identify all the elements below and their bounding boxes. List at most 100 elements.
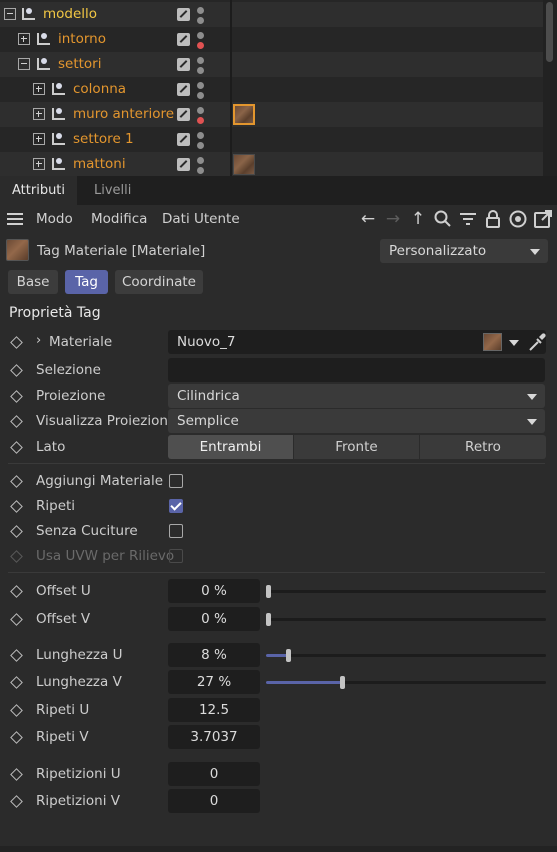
keyframe-diamond-icon[interactable] (10, 441, 23, 454)
tree-item-name[interactable]: modello (43, 6, 97, 22)
render-visibility-dot[interactable] (197, 117, 204, 124)
menu-modo[interactable]: Modo (36, 211, 73, 227)
keyframe-diamond-icon[interactable] (10, 364, 23, 377)
length-u-slider[interactable] (266, 649, 546, 662)
length-v-slider[interactable] (266, 676, 546, 689)
tiles-u-field[interactable]: 12.5 (168, 698, 260, 722)
slider-handle[interactable] (339, 676, 345, 689)
up-arrow-icon[interactable]: ↑ (408, 209, 428, 229)
material-tag-thumbnail[interactable] (233, 104, 255, 125)
material-tag-thumbnail[interactable] (233, 154, 255, 175)
collapse-icon[interactable] (4, 8, 16, 20)
editor-visibility-dot[interactable] (197, 57, 204, 64)
edit-icon[interactable] (177, 133, 190, 146)
menu-modifica[interactable]: Modifica (91, 211, 147, 227)
expand-icon[interactable] (18, 33, 30, 45)
mode-button-tag[interactable]: Tag (65, 270, 108, 294)
keyframe-diamond-icon[interactable] (10, 525, 23, 538)
tree-item-name[interactable]: muro anteriore (73, 106, 174, 122)
target-icon[interactable] (508, 209, 528, 229)
keyframe-diamond-icon[interactable] (10, 585, 23, 598)
offset-u-slider[interactable] (266, 585, 546, 598)
render-visibility-dot[interactable] (197, 67, 204, 74)
render-visibility-dot[interactable] (197, 42, 204, 49)
keyframe-diamond-icon[interactable] (10, 475, 23, 488)
slider-handle[interactable] (286, 649, 292, 662)
keyframe-diamond-icon[interactable] (10, 731, 23, 744)
tree-row[interactable]: muro anteriore (0, 102, 557, 127)
forward-arrow-icon[interactable]: → (383, 209, 403, 229)
lock-icon[interactable] (483, 209, 503, 229)
expand-icon[interactable] (33, 108, 45, 120)
keyframe-diamond-icon[interactable] (10, 795, 23, 808)
repetitions-u-field[interactable]: 0 (168, 762, 260, 786)
scrollbar-thumb[interactable] (546, 2, 553, 62)
eyedropper-icon[interactable] (527, 331, 547, 353)
keyframe-diamond-icon[interactable] (10, 704, 23, 717)
tree-item-name[interactable]: settori (58, 56, 102, 72)
tree-item-name[interactable]: settore 1 (73, 131, 134, 147)
repetitions-v-field[interactable]: 0 (168, 789, 260, 813)
offset-v-slider[interactable] (266, 613, 546, 626)
tree-row[interactable]: settore 1 (0, 127, 557, 152)
projection-dropdown[interactable]: Cilindrica (168, 384, 545, 408)
length-v-field[interactable]: 27 % (168, 670, 260, 694)
render-visibility-dot[interactable] (197, 92, 204, 99)
back-arrow-icon[interactable]: ← (358, 209, 378, 229)
tile-checkbox[interactable] (169, 499, 183, 513)
keyframe-diamond-icon[interactable] (10, 613, 23, 626)
menu-dati-utente[interactable]: Dati Utente (162, 211, 240, 227)
tiles-v-field[interactable]: 3.7037 (168, 725, 260, 749)
render-visibility-dot[interactable] (197, 142, 204, 149)
tree-row[interactable]: colonna (0, 77, 557, 102)
collapse-icon[interactable] (18, 58, 30, 70)
edit-icon[interactable] (177, 158, 190, 171)
editor-visibility-dot[interactable] (197, 7, 204, 14)
editor-visibility-dot[interactable] (197, 157, 204, 164)
tab-livelli[interactable]: Livelli (82, 176, 143, 205)
tree-row[interactable]: mattoni (0, 152, 557, 176)
edit-icon[interactable] (177, 58, 190, 71)
edit-icon[interactable] (177, 108, 190, 121)
chevron-down-icon[interactable] (509, 340, 519, 346)
seamless-checkbox[interactable] (169, 524, 183, 538)
tree-scrollbar[interactable] (543, 0, 557, 176)
keyframe-diamond-icon[interactable] (10, 649, 23, 662)
editor-visibility-dot[interactable] (197, 82, 204, 89)
keyframe-diamond-icon[interactable] (10, 415, 23, 428)
expand-arrow-icon[interactable]: › (36, 333, 41, 348)
offset-u-field[interactable]: 0 % (168, 579, 260, 603)
search-icon[interactable] (433, 209, 453, 229)
add-material-checkbox[interactable] (169, 474, 183, 488)
editor-visibility-dot[interactable] (197, 32, 204, 39)
keyframe-diamond-icon[interactable] (10, 336, 23, 349)
tree-item-name[interactable]: mattoni (73, 156, 126, 172)
keyframe-diamond-icon[interactable] (10, 768, 23, 781)
expand-icon[interactable] (33, 83, 45, 95)
filter-icon[interactable] (458, 209, 478, 229)
keyframe-diamond-icon[interactable] (10, 676, 23, 689)
side-option-fronte[interactable]: Fronte (294, 435, 420, 459)
tree-item-name[interactable]: colonna (73, 81, 126, 97)
side-option-entrambi[interactable]: Entrambi (168, 435, 294, 459)
tree-item-name[interactable]: intorno (58, 31, 106, 47)
new-window-icon[interactable] (533, 209, 553, 229)
length-u-field[interactable]: 8 % (168, 643, 260, 667)
editor-visibility-dot[interactable] (197, 132, 204, 139)
hamburger-menu-icon[interactable] (7, 213, 23, 225)
offset-v-field[interactable]: 0 % (168, 607, 260, 631)
keyframe-diamond-icon[interactable] (10, 390, 23, 403)
expand-icon[interactable] (33, 158, 45, 170)
preset-dropdown[interactable]: Personalizzato (380, 239, 548, 263)
slider-handle[interactable] (266, 585, 271, 598)
render-visibility-dot[interactable] (197, 17, 204, 24)
projection-display-dropdown[interactable]: Semplice (168, 409, 545, 433)
tab-attributi[interactable]: Attributi (0, 176, 77, 205)
tree-row[interactable]: modello (0, 2, 557, 27)
render-visibility-dot[interactable] (197, 167, 204, 174)
slider-handle[interactable] (266, 613, 271, 626)
tree-row[interactable]: settori (0, 52, 557, 77)
tree-row[interactable]: intorno (0, 27, 557, 52)
mode-button-coordinate[interactable]: Coordinate (115, 270, 203, 294)
editor-visibility-dot[interactable] (197, 107, 204, 114)
